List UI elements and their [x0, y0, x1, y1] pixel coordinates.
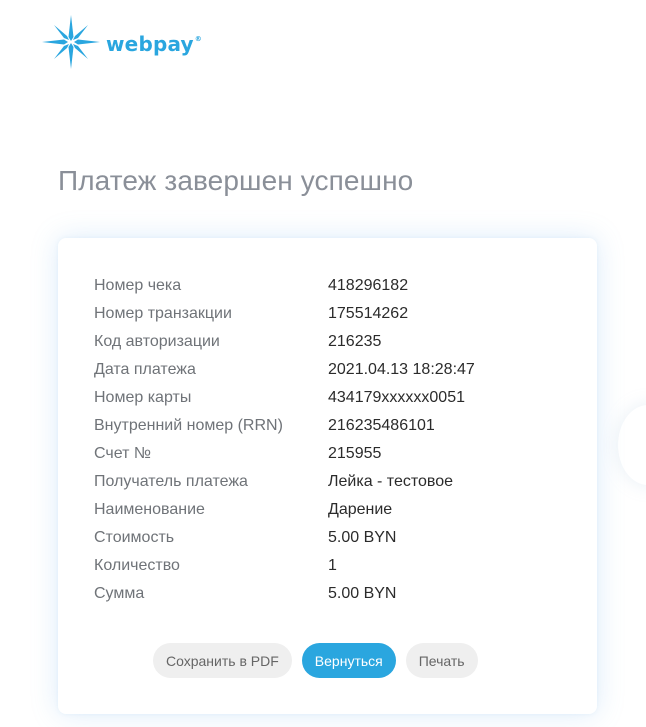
detail-label: Стоимость	[94, 529, 175, 546]
webpay-logo: webpay®	[42, 15, 202, 69]
back-button[interactable]: Вернуться	[301, 643, 396, 678]
registered-mark: ®	[194, 35, 202, 43]
detail-label: Номер чека	[94, 277, 182, 294]
detail-row: Код авторизации 216235	[94, 328, 475, 356]
detail-row: Получатель платежа Лейка - тестовое	[94, 468, 475, 496]
detail-value: 418296182	[328, 277, 409, 294]
print-button[interactable]: Печать	[405, 643, 478, 678]
detail-row: Номер карты 434179xxxxxx0051	[94, 384, 475, 412]
detail-label: Номер карты	[94, 389, 192, 406]
side-decoration	[618, 405, 646, 485]
detail-label: Код авторизации	[94, 333, 220, 350]
detail-label: Дата платежа	[94, 361, 196, 378]
detail-label: Внутренний номер (RRN)	[94, 417, 283, 434]
brand-name: webpay	[106, 32, 194, 56]
receipt-actions: Сохранить в PDF Вернуться Печать	[153, 643, 488, 678]
detail-value: 1	[328, 557, 337, 574]
detail-row: Количество 1	[94, 552, 475, 580]
detail-row: Номер чека 418296182	[94, 272, 475, 300]
detail-value: 5.00 BYN	[328, 585, 397, 602]
detail-value: Дарение	[328, 501, 393, 518]
star-burst-icon	[42, 15, 100, 69]
logo-text: webpay®	[106, 32, 202, 56]
detail-value: 216235	[328, 333, 382, 350]
detail-value: 215955	[328, 445, 382, 462]
detail-row: Счет № 215955	[94, 440, 475, 468]
detail-row: Наименование Дарение	[94, 496, 475, 524]
save-pdf-button[interactable]: Сохранить в PDF	[153, 643, 292, 678]
page-title: Платеж завершен успешно	[58, 165, 414, 196]
detail-row: Сумма 5.00 BYN	[94, 580, 475, 608]
detail-value: 216235486101	[328, 417, 435, 434]
detail-label: Получатель платежа	[94, 473, 248, 490]
detail-row: Дата платежа 2021.04.13 18:28:47	[94, 356, 475, 384]
detail-label: Номер транзакции	[94, 305, 232, 322]
detail-value: 2021.04.13 18:28:47	[328, 361, 475, 378]
detail-row: Внутренний номер (RRN) 216235486101	[94, 412, 475, 440]
detail-row: Стоимость 5.00 BYN	[94, 524, 475, 552]
detail-label: Сумма	[94, 585, 145, 602]
detail-label: Счет №	[94, 445, 152, 462]
detail-value: 5.00 BYN	[328, 529, 397, 546]
detail-row: Номер транзакции 175514262	[94, 300, 475, 328]
detail-value: 434179xxxxxx0051	[328, 389, 465, 406]
detail-label: Количество	[94, 557, 180, 574]
receipt-details: Номер чека 418296182 Номер транзакции 17551…	[94, 272, 475, 608]
detail-value: 175514262	[328, 305, 409, 322]
detail-value: Лейка - тестовое	[328, 473, 454, 490]
detail-label: Наименование	[94, 501, 205, 518]
receipt-card: Номер чека 418296182 Номер транзакции 17551…	[58, 238, 597, 714]
